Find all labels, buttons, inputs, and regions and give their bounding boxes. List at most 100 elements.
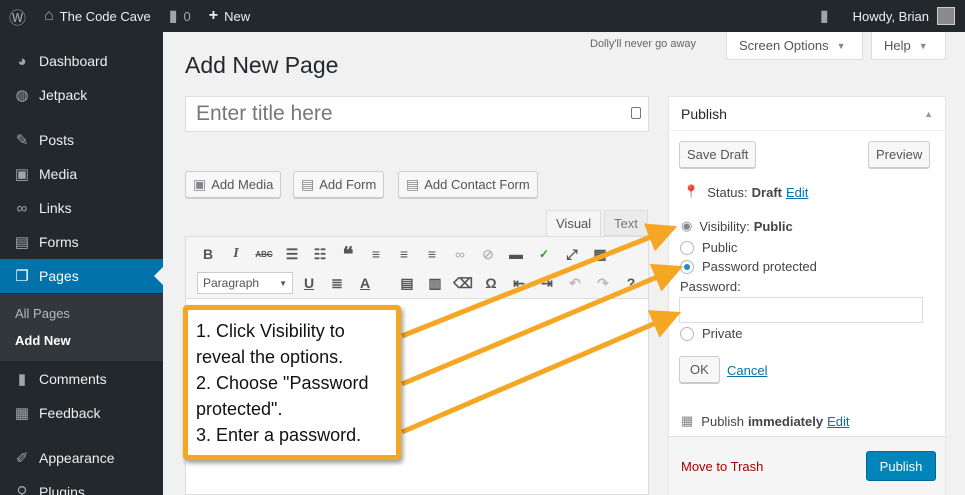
collapse-icon[interactable]: ▲: [924, 109, 933, 119]
edit-schedule-link[interactable]: Edit: [827, 414, 849, 429]
pages-submenu: All Pages Add New: [0, 294, 163, 361]
edit-status-link[interactable]: Edit: [786, 185, 808, 200]
align-left-icon[interactable]: ≡: [365, 243, 387, 265]
radio-password-protected[interactable]: [680, 259, 694, 274]
sidebar-item-links[interactable]: ∞ Links: [0, 191, 163, 225]
sidebar-item-comments[interactable]: ▮ Comments: [0, 362, 163, 396]
plugins-icon: ⚲: [16, 484, 28, 495]
help-icon[interactable]: ?: [620, 272, 642, 294]
feedback-icon: ▦: [14, 405, 30, 422]
spellcheck-icon[interactable]: ✓: [533, 243, 555, 265]
sidebar-item-dashboard[interactable]: ◕ Dashboard: [0, 44, 163, 78]
unlink-icon[interactable]: ⊘: [477, 243, 499, 265]
avatar: [937, 7, 955, 25]
sidebar-item-posts[interactable]: ✎ Posts: [0, 123, 163, 157]
caret-down-icon: ▼: [279, 278, 287, 288]
eye-icon: ◉: [681, 218, 693, 233]
insert-link-icon[interactable]: ∞: [449, 243, 471, 265]
justify-icon[interactable]: ≣: [326, 272, 348, 294]
instruction-callout: 1. Click Visibility to reveal the option…: [183, 305, 401, 460]
ok-button[interactable]: OK: [679, 356, 720, 383]
tab-text[interactable]: Text: [604, 210, 648, 236]
password-input[interactable]: [679, 297, 923, 323]
pushpin-icon: ✎: [15, 132, 29, 149]
clear-formatting-icon[interactable]: ⌫: [452, 272, 474, 294]
cancel-link[interactable]: Cancel: [727, 363, 767, 378]
sidebar-item-jetpack[interactable]: ◍ Jetpack: [0, 78, 163, 112]
new-content-link[interactable]: + New: [200, 0, 259, 32]
visibility-option-public[interactable]: Public: [680, 240, 737, 255]
indent-icon[interactable]: ⇥: [536, 272, 558, 294]
move-to-trash-link[interactable]: Move to Trash: [681, 459, 763, 474]
radio-private[interactable]: [680, 326, 694, 341]
add-media-button[interactable]: ▣ Add Media: [185, 171, 282, 198]
publish-box-header[interactable]: Publish ▲: [669, 97, 945, 131]
comment-icon: ▮: [17, 371, 27, 388]
wordpress-logo[interactable]: Ⓦ: [0, 0, 35, 32]
pages-icon: ❐: [15, 268, 29, 285]
callout-line-2: 2. Choose "Password protected".: [196, 373, 369, 419]
visibility-option-password[interactable]: Password protected: [680, 259, 817, 274]
sidebar-item-appearance[interactable]: ✐ Appearance: [0, 441, 163, 475]
numbered-list-icon[interactable]: ☷: [309, 243, 331, 265]
media-icon: ▣: [14, 166, 30, 183]
media-icon: ▣: [193, 176, 207, 192]
text-color-icon[interactable]: A: [354, 272, 376, 294]
read-more-icon[interactable]: ▬: [505, 243, 527, 265]
page-title: Add New Page: [185, 52, 339, 78]
preview-button[interactable]: Preview: [868, 141, 931, 168]
italic-icon[interactable]: I: [225, 243, 247, 265]
screen-options-button[interactable]: Screen Options ▼: [726, 32, 863, 60]
align-center-icon[interactable]: ≡: [393, 243, 415, 265]
admin-bar: Ⓦ ⌂ The Code Cave ▮ 0 + New ▮ Howdy, Brian: [0, 0, 965, 32]
submenu-add-new[interactable]: Add New: [15, 333, 71, 348]
special-character-icon[interactable]: Ω: [480, 272, 502, 294]
visibility-option-private[interactable]: Private: [680, 326, 742, 341]
format-select[interactable]: Paragraph ▼: [197, 272, 293, 294]
title-input[interactable]: Enter title here: [185, 96, 649, 132]
help-button[interactable]: Help ▼: [871, 32, 946, 60]
submenu-all-pages[interactable]: All Pages: [15, 306, 70, 321]
add-form-button[interactable]: ▤ Add Form: [293, 171, 385, 198]
link-icon: ∞: [16, 199, 28, 217]
calendar-icon: ▦: [681, 413, 694, 428]
account-menu[interactable]: Howdy, Brian: [844, 0, 965, 32]
comment-icon: ▮: [168, 8, 178, 25]
sidebar-item-feedback[interactable]: ▦ Feedback: [0, 396, 163, 430]
jetpack-icon: ◍: [15, 87, 29, 104]
bold-icon[interactable]: B: [197, 243, 219, 265]
caret-down-icon: ▼: [836, 40, 846, 51]
toolbar-toggle-icon[interactable]: ▦: [589, 243, 611, 265]
align-right-icon[interactable]: ≡: [421, 243, 443, 265]
publish-button[interactable]: Publish: [866, 451, 936, 481]
comments-link[interactable]: ▮ 0: [160, 0, 200, 32]
underline-icon[interactable]: U: [298, 272, 320, 294]
add-contact-form-button[interactable]: ▤ Add Contact Form: [398, 171, 538, 198]
tab-visual[interactable]: Visual: [546, 210, 602, 236]
strikethrough-icon[interactable]: ABC: [253, 243, 275, 265]
site-name-link[interactable]: ⌂ The Code Cave: [35, 0, 160, 32]
status-row: 📍 Status: Draft Edit: [683, 184, 809, 200]
password-label: Password:: [680, 279, 741, 294]
undo-icon[interactable]: ↶: [564, 272, 586, 294]
sidebar-item-forms[interactable]: ▤ Forms: [0, 225, 163, 259]
caret-down-icon: ▼: [918, 40, 928, 51]
appearance-icon: ✐: [15, 450, 29, 467]
paste-text-icon[interactable]: ▤: [396, 272, 418, 294]
dashboard-icon: ◕: [17, 52, 27, 70]
outdent-icon[interactable]: ⇤: [508, 272, 530, 294]
notification-link[interactable]: ▮: [811, 0, 844, 32]
blockquote-icon[interactable]: ❝: [337, 243, 359, 266]
sidebar-item-plugins[interactable]: ⚲ Plugins: [0, 475, 163, 495]
callout-line-1: 1. Click Visibility to reveal the option…: [196, 321, 345, 367]
keyboard-icon: [631, 107, 641, 119]
paste-word-icon[interactable]: ▥: [424, 272, 446, 294]
sidebar-item-media[interactable]: ▣ Media: [0, 157, 163, 191]
fullscreen-icon[interactable]: ⤢: [561, 243, 583, 265]
sidebar-item-pages[interactable]: ❐ Pages: [0, 259, 163, 293]
radio-public[interactable]: [680, 240, 694, 255]
visibility-row: ◉ Visibility: Public: [681, 218, 793, 234]
bullet-list-icon[interactable]: ☰: [281, 243, 303, 265]
save-draft-button[interactable]: Save Draft: [679, 141, 757, 168]
redo-icon[interactable]: ↷: [592, 272, 614, 294]
